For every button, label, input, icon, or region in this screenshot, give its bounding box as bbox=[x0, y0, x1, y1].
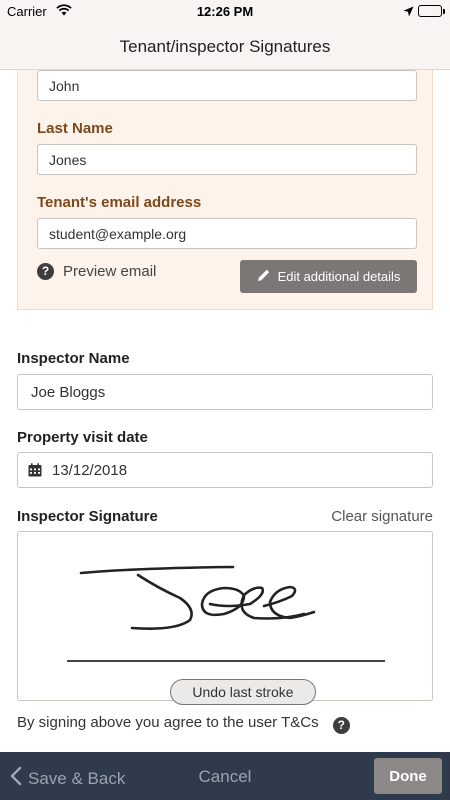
bottom-toolbar: Save & Back Cancel Done bbox=[0, 752, 450, 800]
page-title: Tenant/inspector Signatures bbox=[119, 37, 331, 56]
pencil-icon bbox=[257, 268, 271, 285]
save-back-button[interactable]: Save & Back bbox=[10, 766, 125, 791]
status-time: 12:26 PM bbox=[196, 4, 254, 19]
save-back-label: Save & Back bbox=[28, 768, 126, 788]
clear-signature-link[interactable]: Clear signature bbox=[331, 508, 433, 525]
inspector-name-field[interactable]: Joe Bloggs bbox=[17, 374, 433, 410]
last-name-field[interactable]: Jones bbox=[37, 144, 417, 175]
inspector-name-label: Inspector Name bbox=[17, 350, 130, 367]
visit-date-value: 13/12/2018 bbox=[52, 461, 128, 479]
visit-date-field[interactable]: 13/12/2018 bbox=[17, 452, 433, 488]
chevron-left-icon bbox=[10, 766, 22, 791]
signature-baseline bbox=[67, 660, 385, 662]
first-name-value: John bbox=[49, 77, 80, 94]
tenant-email-value: student@example.org bbox=[49, 225, 187, 242]
battery-icon bbox=[418, 5, 445, 17]
terms-text: By signing above you agree to the user T… bbox=[17, 714, 350, 734]
first-name-field[interactable]: John bbox=[37, 70, 417, 101]
undo-last-stroke-button[interactable]: Undo last stroke bbox=[170, 679, 316, 705]
tenant-email-label: Tenant's email address bbox=[37, 194, 202, 211]
status-bar: Carrier 12:26 PM bbox=[0, 0, 450, 22]
preview-email-link[interactable]: Preview email bbox=[63, 263, 156, 280]
last-name-label: Last Name bbox=[37, 120, 113, 137]
calendar-icon bbox=[28, 463, 42, 477]
terms-help-icon[interactable]: ? bbox=[332, 717, 350, 734]
preview-help-icon[interactable]: ? bbox=[37, 263, 54, 280]
terms-label: By signing above you agree to the user T… bbox=[17, 714, 319, 731]
inspector-name-value: Joe Bloggs bbox=[31, 383, 106, 401]
edit-additional-details-button[interactable]: Edit additional details bbox=[240, 260, 417, 293]
tenant-details-panel: John Last Name Jones Tenant's email addr… bbox=[17, 70, 433, 310]
cancel-button[interactable]: Cancel bbox=[199, 767, 252, 786]
location-arrow-icon bbox=[403, 5, 414, 20]
edit-additional-details-label: Edit additional details bbox=[277, 269, 401, 284]
signature-pad[interactable]: Undo last stroke bbox=[17, 531, 433, 705]
done-button[interactable]: Done bbox=[374, 758, 442, 794]
tenant-email-field[interactable]: student@example.org bbox=[37, 218, 417, 249]
last-name-value: Jones bbox=[49, 151, 87, 168]
signature-strokes bbox=[79, 565, 316, 630]
navigation-bar: Tenant/inspector Signatures bbox=[0, 22, 450, 70]
visit-date-label: Property visit date bbox=[17, 429, 148, 446]
inspector-signature-label: Inspector Signature bbox=[17, 508, 158, 525]
